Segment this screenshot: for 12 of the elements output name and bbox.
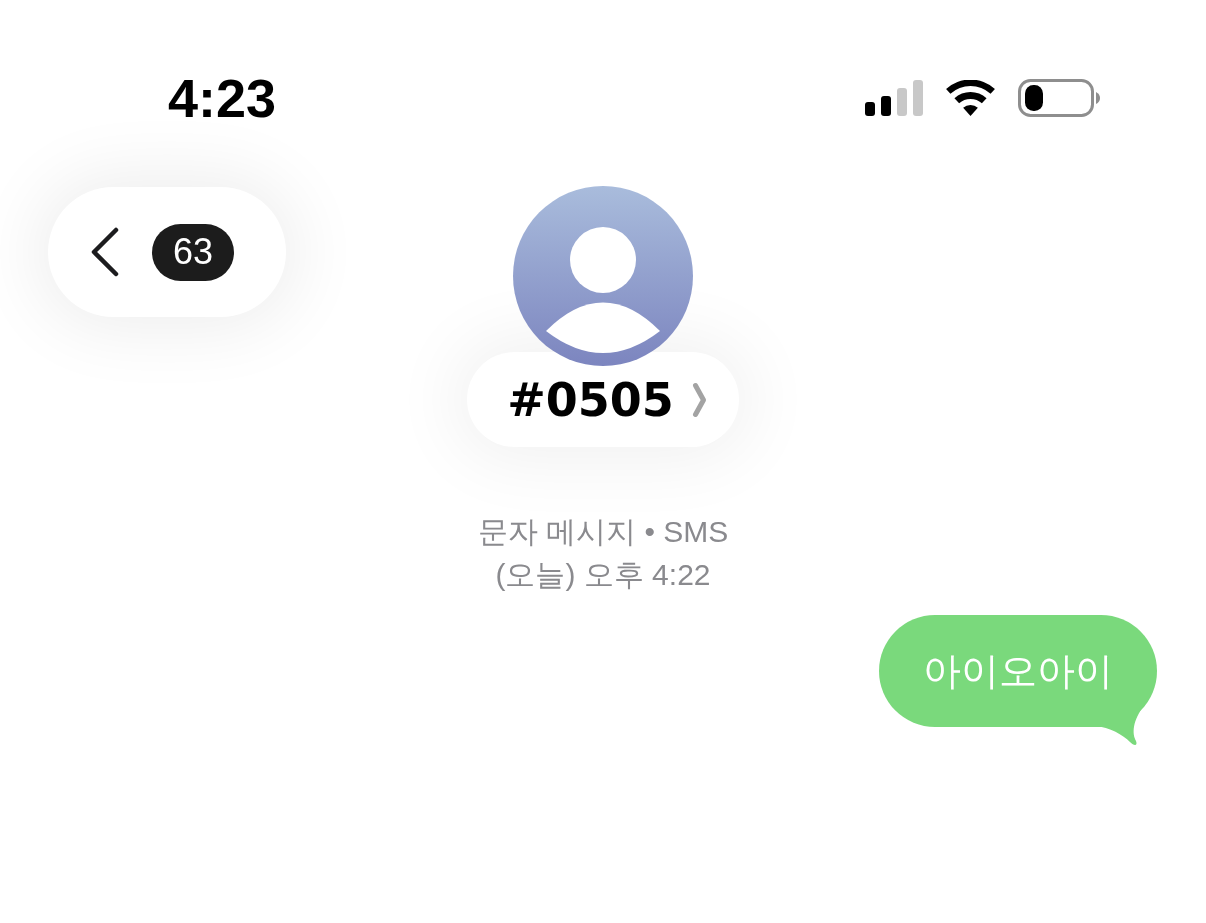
message-text: 아이오아이 bbox=[923, 647, 1113, 695]
battery-icon bbox=[1018, 79, 1100, 117]
wifi-icon bbox=[946, 79, 995, 117]
unread-count-badge: 63 bbox=[152, 223, 235, 281]
message-timestamp: (오늘) 오후 4:22 bbox=[495, 557, 711, 593]
chevron-right-icon bbox=[691, 381, 707, 418]
avatar-silhouette[interactable] bbox=[513, 186, 693, 366]
back-button[interactable]: 63 bbox=[48, 187, 287, 317]
chevron-left-icon bbox=[90, 227, 120, 277]
message-service-text: 문자 메시지 • SMS bbox=[477, 514, 729, 550]
signal-strength-icon bbox=[865, 80, 923, 116]
status-time: 4:23 bbox=[168, 71, 277, 125]
